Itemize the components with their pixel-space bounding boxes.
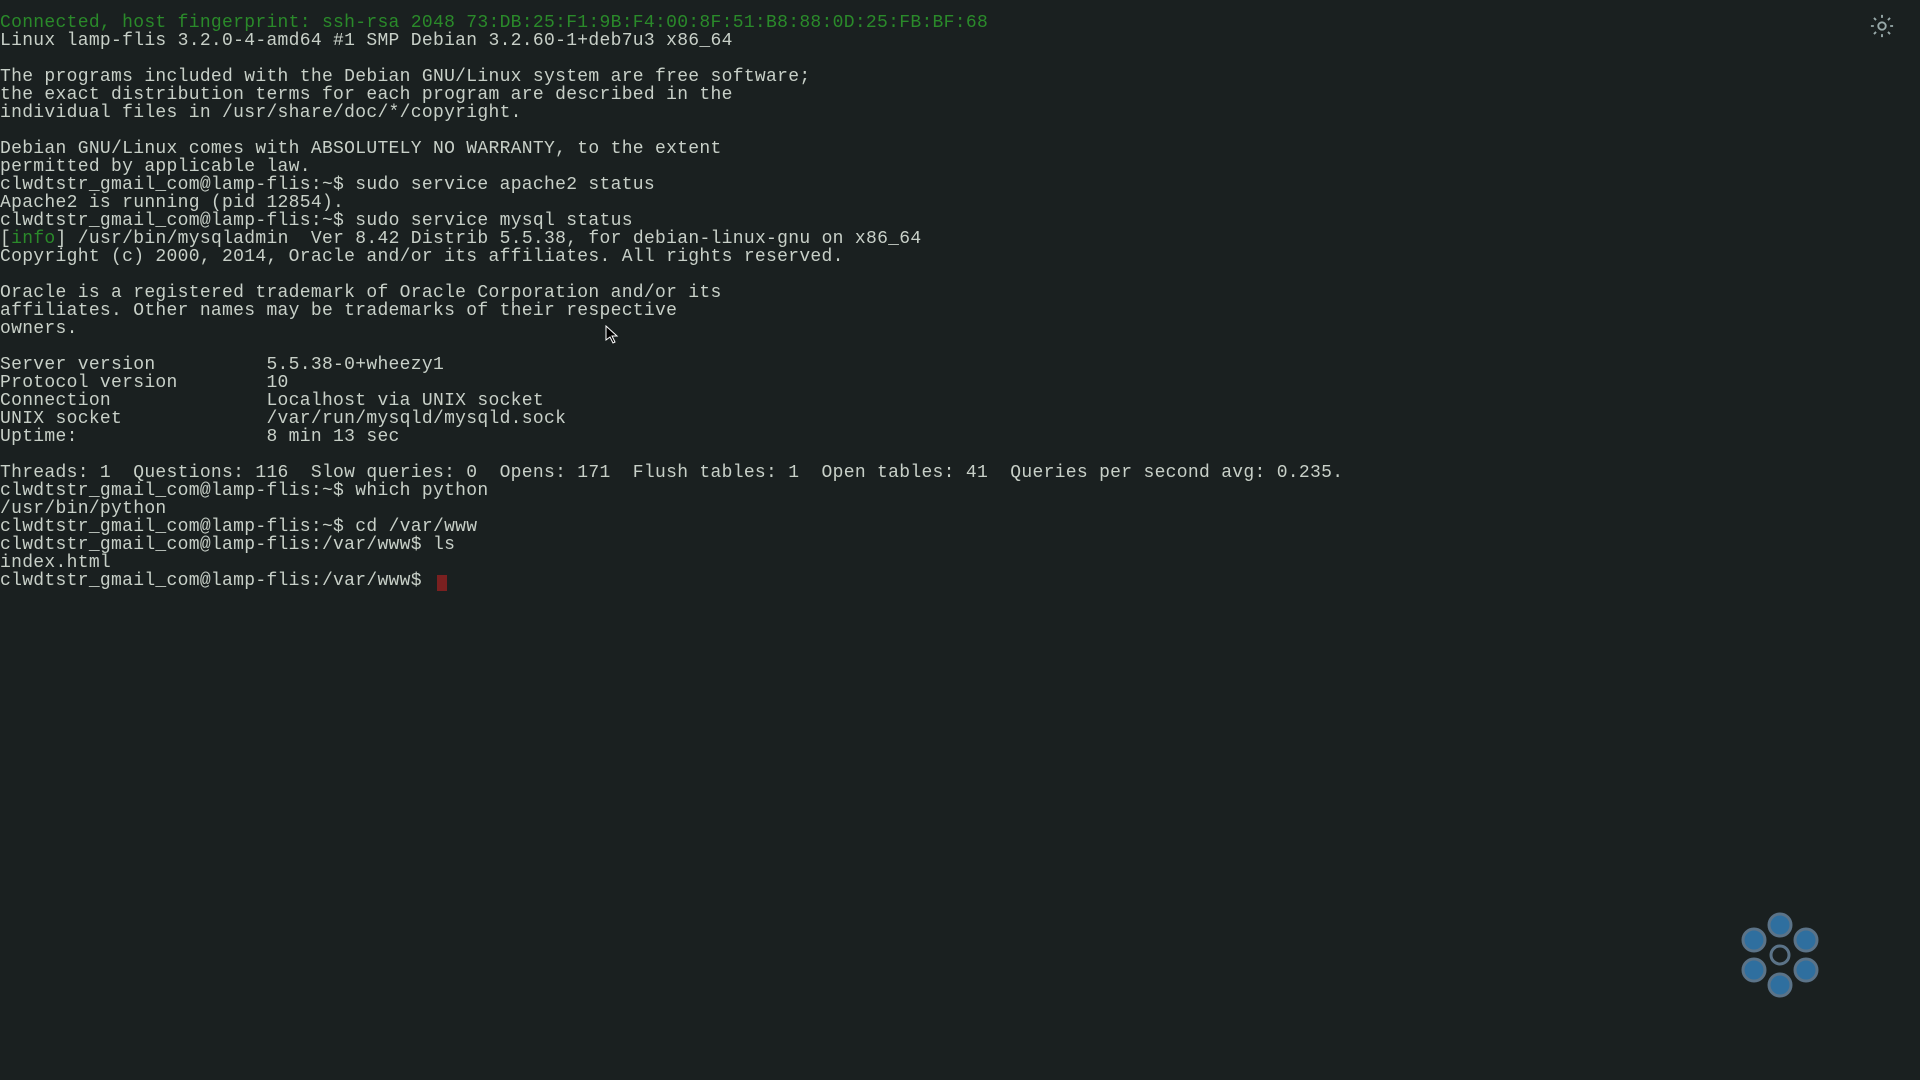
shell-prompt-www: clwdtstr_gmail_com@lamp-flis:/var/www$ [0, 535, 433, 555]
command-ls: ls [433, 535, 455, 555]
brand-logo [1730, 905, 1830, 1005]
motd-line: individual files in /usr/share/doc/*/cop… [0, 103, 522, 123]
mysql-kv-unix-socket: UNIX socket /var/run/mysqld/mysqld.sock [0, 409, 566, 429]
terminal-cursor[interactable] [437, 575, 447, 591]
cloud-logo-icon [1730, 991, 1830, 1011]
info-tag: [ [0, 229, 11, 249]
command-which-python: which python [355, 481, 488, 501]
ls-output: index.html [0, 553, 111, 573]
settings-button[interactable] [1868, 12, 1896, 40]
command-apache-status: sudo service apache2 status [355, 175, 655, 195]
ssh-connected-line: Connected, host fingerprint: ssh-rsa 204… [0, 13, 988, 33]
shell-prompt-www: clwdtstr_gmail_com@lamp-flis:/var/www$ [0, 571, 433, 591]
mysql-stats-line: Threads: 1 Questions: 116 Slow queries: … [0, 463, 1343, 483]
motd-line: Debian GNU/Linux comes with ABSOLUTELY N… [0, 139, 722, 159]
gear-icon [1868, 26, 1896, 46]
mysql-kv-connection: Connection Localhost via UNIX socket [0, 391, 544, 411]
shell-prompt: clwdtstr_gmail_com@lamp-flis:~$ [0, 211, 355, 231]
terminal-output[interactable]: Connected, host fingerprint: ssh-rsa 204… [0, 14, 1343, 591]
which-python-output: /usr/bin/python [0, 499, 167, 519]
shell-prompt: clwdtstr_gmail_com@lamp-flis:~$ [0, 175, 355, 195]
mysql-copyright: Copyright (c) 2000, 2014, Oracle and/or … [0, 247, 844, 267]
oracle-trademark: Oracle is a registered trademark of Orac… [0, 283, 722, 303]
motd-line: the exact distribution terms for each pr… [0, 85, 733, 105]
motd-line: permitted by applicable law. [0, 157, 311, 177]
oracle-trademark: owners. [0, 319, 78, 339]
shell-prompt: clwdtstr_gmail_com@lamp-flis:~$ [0, 517, 355, 537]
command-cd: cd /var/www [355, 517, 477, 537]
info-tag-text: info [11, 229, 55, 249]
motd-line: The programs included with the Debian GN… [0, 67, 810, 87]
mysql-kv-server-version: Server version 5.5.38-0+wheezy1 [0, 355, 444, 375]
shell-prompt: clwdtstr_gmail_com@lamp-flis:~$ [0, 481, 355, 501]
oracle-trademark: affiliates. Other names may be trademark… [0, 301, 677, 321]
mysql-kv-uptime: Uptime: 8 min 13 sec [0, 427, 400, 447]
mysqladmin-version: /usr/bin/mysqladmin Ver 8.42 Distrib 5.5… [78, 229, 922, 249]
mysql-kv-protocol-version: Protocol version 10 [0, 373, 289, 393]
apache-status-output: Apache2 is running (pid 12854). [0, 193, 344, 213]
command-mysql-status: sudo service mysql status [355, 211, 633, 231]
uname-line: Linux lamp-flis 3.2.0-4-amd64 #1 SMP Deb… [0, 31, 733, 51]
info-tag: ] [56, 229, 78, 249]
